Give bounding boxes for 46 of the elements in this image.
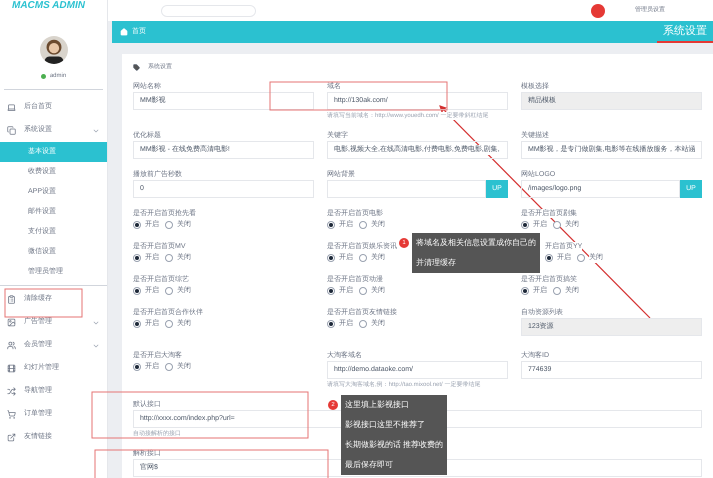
- logo: MACMS ADMIN: [11, 0, 86, 13]
- radio-button[interactable]: [327, 254, 335, 262]
- tooltip-text: 最后保存即可: [345, 459, 394, 471]
- radio-button[interactable]: [165, 363, 173, 371]
- copy-icon: [7, 126, 16, 135]
- shuffle-icon: [7, 387, 16, 396]
- users-icon: [7, 341, 16, 350]
- radio-button[interactable]: [133, 320, 141, 328]
- radio-button[interactable]: [165, 254, 173, 262]
- radio-button[interactable]: [545, 254, 553, 262]
- page-title: 系统设置: [657, 21, 713, 43]
- image-icon: [7, 318, 16, 327]
- search-field[interactable]: [161, 4, 256, 16]
- radio-button[interactable]: [359, 254, 367, 262]
- radio-button[interactable]: [133, 363, 141, 371]
- radio-button[interactable]: [327, 320, 335, 328]
- radio-button[interactable]: [165, 221, 173, 229]
- radio-button[interactable]: [359, 320, 367, 328]
- laptop-icon: [7, 103, 16, 112]
- radio-button[interactable]: [327, 221, 335, 229]
- radio-button[interactable]: [553, 221, 561, 229]
- radio-button[interactable]: [553, 287, 561, 295]
- radio-button[interactable]: [133, 254, 141, 262]
- tooltip-text: 影视接口这里不推荐了: [345, 419, 426, 431]
- radio-button[interactable]: [327, 287, 335, 295]
- cart-icon: [7, 410, 16, 419]
- radio-button[interactable]: [133, 287, 141, 295]
- home-icon: [120, 28, 128, 36]
- radio-button[interactable]: [165, 320, 173, 328]
- radio-button[interactable]: [359, 221, 367, 229]
- tooltip-text: 长期做影视的话 推荐收费的: [345, 439, 444, 451]
- radio-button[interactable]: [359, 287, 367, 295]
- external-link-icon: [7, 433, 16, 442]
- radio-button[interactable]: [521, 221, 529, 229]
- tooltip-text: 并清理缓存: [416, 257, 457, 269]
- clipboard-icon: [7, 295, 16, 304]
- text-field[interactable]: [327, 180, 486, 198]
- radio-button[interactable]: [165, 287, 173, 295]
- tooltip-text: 将域名及相关信息设置成你自己的: [416, 237, 536, 249]
- film-icon: [7, 364, 16, 373]
- radio-button[interactable]: [133, 221, 141, 229]
- radio-button[interactable]: [521, 287, 529, 295]
- tag-icon: [133, 64, 140, 71]
- tooltip-text: 这里填上影视接口: [345, 399, 410, 411]
- radio-button[interactable]: [577, 254, 585, 262]
- avatar-icon: [591, 4, 605, 18]
